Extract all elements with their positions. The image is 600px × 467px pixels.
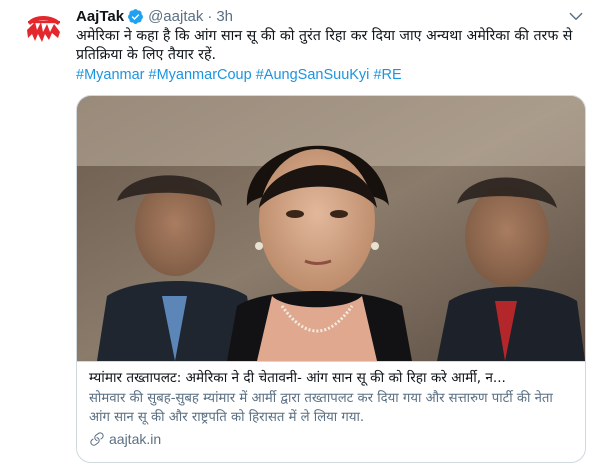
hashtag-re[interactable]: #RE (373, 67, 401, 83)
hashtag-myanmarcoup[interactable]: #MyanmarCoup (149, 67, 252, 83)
link-icon (89, 431, 105, 447)
hashtag-aungsansuukyi[interactable]: #AungSanSuuKyi (256, 67, 370, 83)
timestamp[interactable]: 3h (216, 8, 233, 25)
tweet-text: अमेरिका ने कहा है कि आंग सान सू की को तु… (76, 28, 573, 63)
link-card[interactable]: म्यांमार तख्तापलट: अमेरिका ने दी चेतावनी… (76, 95, 586, 463)
tweet-header: AajTak @aajtak · 3h (76, 6, 233, 26)
hashtag-list: #Myanmar #MyanmarCoup #AungSanSuuKyi #RE (76, 66, 402, 85)
display-name[interactable]: AajTak (76, 8, 124, 25)
card-domain-text[interactable]: aajtak.in (109, 431, 161, 447)
hashtag-myanmar[interactable]: #Myanmar (76, 67, 145, 83)
avatar[interactable] (22, 8, 66, 52)
card-body[interactable]: म्यांमार तख्तापलट: अमेरिका ने दी चेतावनी… (77, 361, 585, 462)
card-image[interactable] (77, 96, 585, 361)
verified-badge-icon (127, 8, 144, 25)
more-options-button[interactable] (566, 6, 586, 26)
separator-dot: · (207, 7, 213, 25)
card-title[interactable]: म्यांमार तख्तापलट: अमेरिका ने दी चेतावनी… (89, 369, 573, 388)
chevron-down-icon (569, 12, 583, 21)
tweet[interactable]: AajTak @aajtak · 3h अमेरिका ने कहा है कि… (0, 0, 600, 467)
aajtak-logo-icon (22, 8, 66, 52)
card-domain[interactable]: aajtak.in (89, 431, 573, 447)
user-handle[interactable]: @aajtak (148, 8, 203, 25)
card-description: सोमवार की सुबह-सुबह म्यांमार में आर्मी द… (89, 391, 553, 425)
